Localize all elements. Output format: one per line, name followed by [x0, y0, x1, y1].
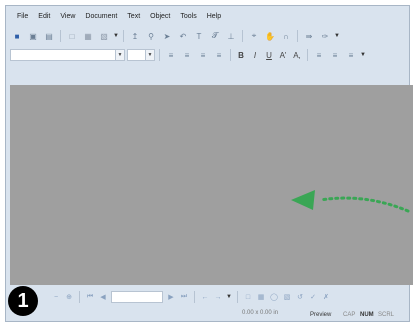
page-icon[interactable]: □ — [65, 29, 79, 43]
two-page-icon[interactable]: ▦ — [256, 293, 266, 301]
underline-button[interactable]: U — [263, 51, 275, 60]
align-right-icon[interactable]: ≡ — [196, 48, 210, 62]
menu-view[interactable]: View — [55, 10, 80, 24]
zoom-icon[interactable]: ⚲ — [144, 29, 158, 43]
page-layout-icon[interactable]: ▦ — [81, 29, 95, 43]
link-icon[interactable]: ⇛ — [302, 29, 316, 43]
superscript-button[interactable]: A' — [277, 51, 289, 60]
subscript-button[interactable]: A, — [291, 51, 303, 60]
check-icon[interactable]: ✓ — [308, 293, 318, 301]
last-page-icon[interactable]: ⏭ — [179, 293, 189, 301]
empty-toolbar-row — [10, 65, 405, 79]
menu-text[interactable]: Text — [122, 10, 145, 24]
align-left-icon[interactable]: ≡ — [164, 48, 178, 62]
chevron-down-icon[interactable]: ▼ — [226, 290, 232, 304]
preview-status: Preview — [310, 312, 332, 318]
menu-document[interactable]: Document — [80, 10, 122, 24]
open-folder-icon[interactable]: ■ — [10, 29, 24, 43]
chevron-down-icon: ▼ — [115, 50, 124, 60]
numbered-list-icon[interactable]: ≡ — [328, 48, 342, 62]
indent-icon[interactable]: ≡ — [344, 48, 358, 62]
page-options-icon[interactable]: ▧ — [97, 29, 111, 43]
crop-icon[interactable]: ⌖ — [247, 29, 261, 43]
toolbar-separator — [242, 30, 243, 42]
toolbar-separator — [307, 49, 308, 61]
bold-button[interactable]: B — [235, 51, 247, 60]
italic-button[interactable]: I — [249, 51, 261, 60]
zoom-out-icon[interactable]: − — [51, 294, 61, 301]
next-page-icon[interactable]: ▶ — [166, 293, 176, 301]
hand-icon[interactable]: ✋ — [263, 29, 277, 43]
previous-page-icon[interactable]: ◀ — [98, 293, 108, 301]
chevron-down-icon[interactable]: ▼ — [360, 48, 366, 62]
annotation-arrow-head — [291, 190, 315, 210]
chevron-down-icon: ▼ — [145, 50, 154, 60]
grid-icon[interactable]: ▧ — [282, 293, 292, 301]
pointer-icon[interactable]: ↥ — [128, 29, 142, 43]
annotation-arrow — [291, 190, 410, 213]
status-bar: 0.00 x 0.00 in Preview CAP NUM SCRL — [10, 310, 405, 321]
fit-icon[interactable]: ◯ — [269, 293, 279, 301]
toolbar-separator — [60, 30, 61, 42]
chevron-down-icon[interactable]: ▼ — [113, 29, 119, 43]
caps-status: CAP — [343, 312, 356, 318]
menu-tools[interactable]: Tools — [175, 10, 201, 24]
menu-file[interactable]: File — [12, 10, 33, 24]
menu-help[interactable]: Help — [202, 10, 226, 24]
align-justify-icon[interactable]: ≡ — [212, 48, 226, 62]
layout-icon[interactable]: □ — [243, 294, 253, 301]
save-icon[interactable]: ▣ — [26, 29, 40, 43]
toolbar-separator — [123, 30, 124, 42]
scroll-status: SCRL — [378, 312, 395, 318]
pen-icon[interactable]: ✑ — [318, 29, 332, 43]
annotation-arrow-line — [318, 196, 410, 213]
toolbar-separator — [237, 291, 238, 303]
shape-icon[interactable]: ∩ — [279, 29, 293, 43]
standard-toolbar: ■ ▣ ▤ □ ▦ ▧ ▼ ↥ ⚲ ➤ ↶ T 𝓣 ⊥ ⌖ ✋ ∩ ⇛ ✑ ▼ — [10, 27, 405, 45]
undo-icon[interactable]: ↶ — [176, 29, 190, 43]
vertical-text-icon[interactable]: ⊥ — [224, 29, 238, 43]
print-icon[interactable]: ▤ — [42, 29, 56, 43]
zoom-in-icon[interactable]: ⊕ — [64, 293, 74, 301]
text-frame-icon[interactable]: 𝓣 — [208, 29, 222, 43]
font-family-select[interactable]: ▼ — [10, 49, 125, 61]
formatting-toolbar: ▼ ▼ ≡ ≡ ≡ ≡ B I U A' A, ≡ ≡ ≡ ▼ — [10, 47, 405, 63]
toolbar-separator — [297, 30, 298, 42]
toolbar-separator — [194, 291, 195, 303]
font-size-select[interactable]: ▼ — [127, 49, 155, 61]
forward-icon[interactable]: → — [213, 294, 223, 301]
text-tool-icon[interactable]: T — [192, 29, 206, 43]
step-number-badge: 1 — [8, 286, 38, 316]
page-number-field[interactable] — [111, 291, 163, 303]
menu-object[interactable]: Object — [145, 10, 175, 24]
select-arrow-icon[interactable]: ➤ — [160, 29, 174, 43]
rotate-icon[interactable]: ↺ — [295, 293, 305, 301]
chevron-down-icon[interactable]: ▼ — [334, 29, 340, 43]
dimensions-readout: 0.00 x 0.00 in — [242, 310, 279, 316]
bullet-list-icon[interactable]: ≡ — [312, 48, 326, 62]
toolbar-separator — [79, 291, 80, 303]
align-center-icon[interactable]: ≡ — [180, 48, 194, 62]
toolbar-separator — [159, 49, 160, 61]
menu-bar: File Edit View Document Text Object Tool… — [12, 10, 226, 24]
num-status: NUM — [360, 312, 374, 318]
page-navigation-bar: − ⊕ ⏮ ◀ ▶ ⏭ ← → ▼ □ ▦ ◯ ▧ ↺ ✓ ✗ — [10, 290, 405, 304]
first-page-icon[interactable]: ⏮ — [85, 293, 95, 301]
menu-edit[interactable]: Edit — [33, 10, 55, 24]
toolbar-separator — [230, 49, 231, 61]
back-icon[interactable]: ← — [200, 294, 210, 301]
tools-icon[interactable]: ✗ — [321, 293, 331, 301]
